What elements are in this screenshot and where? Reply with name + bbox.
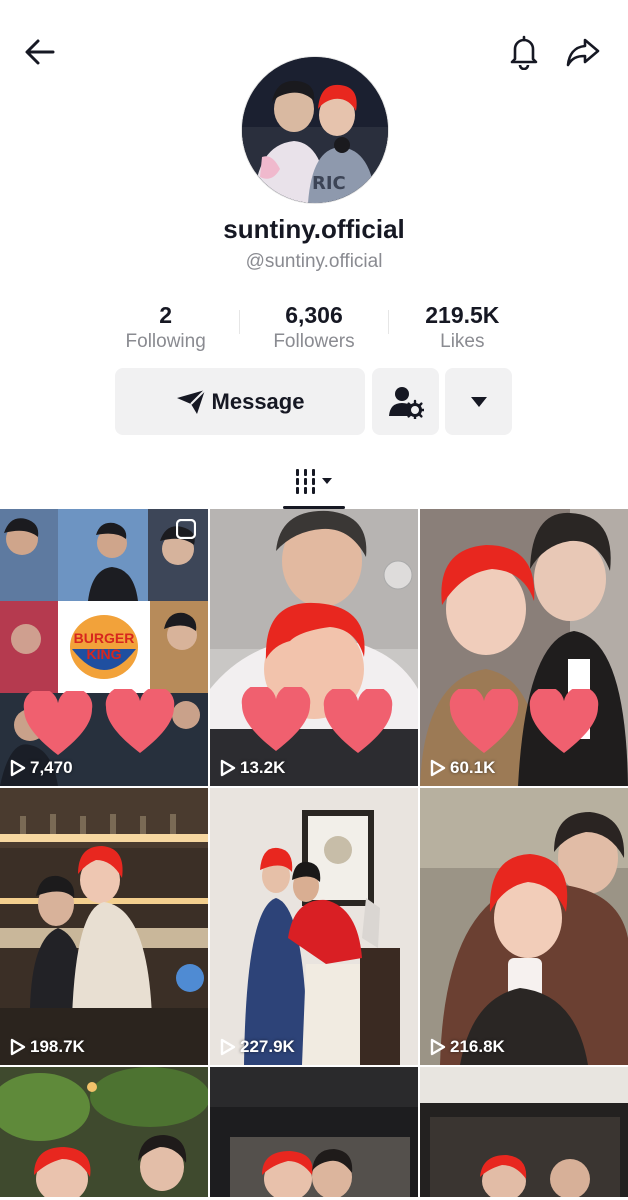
video-thumbnail[interactable]: 13.2K bbox=[210, 509, 418, 786]
bars-grid-icon bbox=[296, 469, 332, 494]
view-count-label: 60.1K bbox=[450, 758, 496, 777]
stat-likes[interactable]: 219.5K Likes bbox=[389, 300, 536, 356]
view-count-label: 13.2K bbox=[240, 758, 286, 777]
person-gear-icon bbox=[388, 386, 424, 419]
message-button[interactable]: Message bbox=[115, 368, 365, 435]
user-handle: @suntiny.official bbox=[245, 251, 383, 272]
stat-followers[interactable]: 6,306 Followers bbox=[240, 300, 387, 356]
video-thumbnail[interactable] bbox=[420, 1067, 628, 1197]
view-count: 216.8K bbox=[430, 1037, 505, 1057]
suggested-accounts-button[interactable] bbox=[445, 368, 512, 435]
likes-count: 219.5K bbox=[425, 302, 500, 328]
followers-label: Followers bbox=[273, 331, 355, 352]
following-count: 2 bbox=[159, 302, 173, 328]
followers-count: 6,306 bbox=[285, 302, 343, 328]
burger-king-text-top: BURGER bbox=[74, 630, 135, 646]
svg-text:RIC: RIC bbox=[312, 173, 346, 194]
add-friend-button[interactable] bbox=[372, 368, 439, 435]
heart-sticker-icon bbox=[105, 689, 175, 753]
heart-sticker-icon bbox=[23, 691, 93, 755]
view-count-label: 198.7K bbox=[30, 1037, 85, 1056]
thumbnail-image bbox=[0, 1067, 208, 1197]
view-count: 7,470 bbox=[10, 758, 73, 778]
thumbnail-image bbox=[210, 1067, 418, 1197]
video-thumbnail[interactable] bbox=[210, 1067, 418, 1197]
content-tab-bar bbox=[0, 455, 628, 509]
view-count: 227.9K bbox=[220, 1037, 295, 1057]
video-thumbnail[interactable]: 216.8K bbox=[420, 788, 628, 1065]
view-count-label: 216.8K bbox=[450, 1037, 505, 1056]
video-thumbnail[interactable]: 198.7K bbox=[0, 788, 208, 1065]
play-icon bbox=[10, 759, 26, 777]
arrow-left-icon bbox=[25, 39, 55, 65]
view-count-label: 227.9K bbox=[240, 1037, 295, 1056]
message-label: Message bbox=[211, 388, 305, 414]
stat-following[interactable]: 2 Following bbox=[92, 300, 239, 356]
share-button[interactable] bbox=[561, 30, 605, 74]
play-icon bbox=[430, 759, 446, 777]
view-count: 198.7K bbox=[10, 1037, 85, 1057]
heart-sticker-icon bbox=[449, 689, 519, 753]
profile-avatar[interactable]: RIC bbox=[241, 56, 389, 204]
video-thumbnail[interactable]: 60.1K bbox=[420, 509, 628, 786]
bell-icon bbox=[510, 35, 538, 70]
heart-sticker-icon bbox=[241, 687, 311, 751]
following-label: Following bbox=[125, 331, 206, 352]
thumbnail-image bbox=[420, 788, 628, 1065]
burger-king-text-bottom: KING bbox=[87, 646, 122, 662]
thumbnail-image bbox=[420, 1067, 628, 1197]
notifications-button[interactable] bbox=[502, 30, 546, 74]
play-icon bbox=[10, 1038, 26, 1056]
view-count: 13.2K bbox=[220, 758, 285, 778]
play-icon bbox=[220, 759, 236, 777]
likes-label: Likes bbox=[440, 331, 485, 352]
video-grid: BURGER KING 7,470 13.2K 60.1K 198.7K 227… bbox=[0, 509, 628, 1197]
tab-videos[interactable] bbox=[283, 455, 345, 509]
avatar-image: RIC bbox=[242, 57, 388, 203]
play-icon bbox=[220, 1038, 236, 1056]
video-thumbnail[interactable] bbox=[0, 1067, 208, 1197]
video-thumbnail[interactable]: BURGER KING 7,470 bbox=[0, 509, 208, 786]
profile-stats: 2 Following 6,306 Followers 219.5K Likes bbox=[92, 300, 536, 356]
triangle-down-icon bbox=[470, 396, 487, 407]
video-thumbnail[interactable]: 227.9K bbox=[210, 788, 418, 1065]
thumbnail-image bbox=[0, 788, 208, 1065]
multi-photo-icon bbox=[176, 519, 196, 539]
play-icon bbox=[430, 1038, 446, 1056]
view-count-label: 7,470 bbox=[30, 758, 73, 777]
share-arrow-icon bbox=[566, 38, 600, 67]
thumbnail-image bbox=[210, 788, 418, 1065]
display-name: suntiny.official bbox=[223, 214, 405, 244]
heart-sticker-icon bbox=[323, 689, 393, 753]
back-button[interactable] bbox=[18, 30, 62, 74]
heart-sticker-icon bbox=[529, 689, 599, 753]
paper-plane-icon bbox=[176, 388, 206, 414]
view-count: 60.1K bbox=[430, 758, 495, 778]
